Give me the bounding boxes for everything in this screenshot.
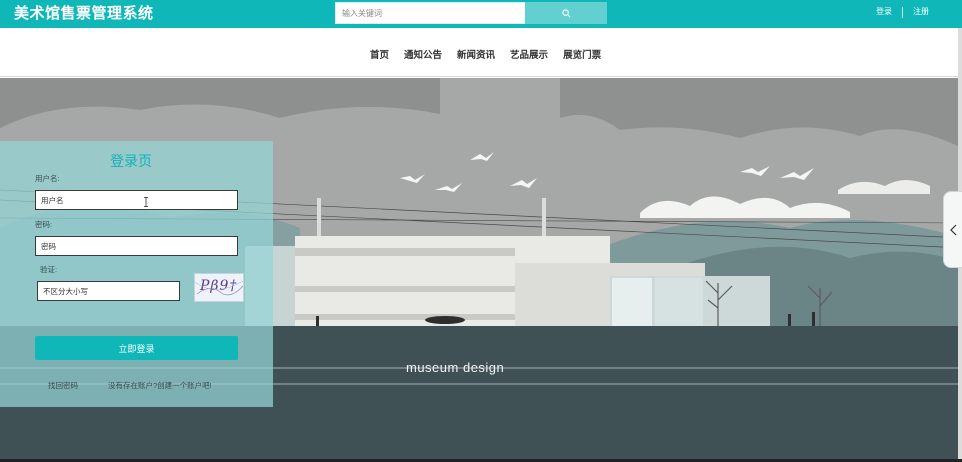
auth-divider — [902, 6, 903, 18]
password-field[interactable]: 密码 — [35, 236, 238, 256]
nav-item-notices[interactable]: 通知公告 — [404, 47, 442, 61]
login-title: 登录页 — [110, 153, 152, 169]
create-account-link[interactable]: 没有存在账户?创建一个账户吧! — [108, 380, 212, 391]
hero-slogan: museum design — [406, 360, 505, 375]
auth-links: 登录 注册 — [876, 6, 929, 18]
login-link[interactable]: 登录 — [876, 6, 892, 18]
nav-item-home[interactable]: 首页 — [370, 47, 389, 61]
login-panel: 登录页 用户名: 用户名 密码: 密码 验证: 不区分大小写 Pβ9† 立即登录… — [0, 141, 273, 407]
search-input[interactable] — [335, 2, 525, 24]
captcha-image[interactable]: Pβ9† — [194, 273, 244, 302]
captcha-noise — [195, 280, 243, 296]
captcha-label: 验证: — [40, 265, 58, 274]
side-toggle-button[interactable] — [943, 191, 962, 268]
main-nav: 首页 通知公告 新闻资讯 艺品展示 展览门票 — [0, 28, 962, 77]
login-submit-button[interactable]: 立即登录 — [35, 336, 238, 360]
site-title: 美术馆售票管理系统 — [14, 5, 154, 22]
search-box — [335, 2, 607, 24]
forgot-password-link[interactable]: 找回密码 — [48, 380, 78, 391]
search-button[interactable] — [525, 2, 607, 24]
nav-item-art-display[interactable]: 艺品展示 — [510, 47, 548, 61]
text-cursor-icon — [144, 197, 148, 207]
chevron-left-icon — [949, 224, 956, 235]
register-link[interactable]: 注册 — [913, 6, 929, 18]
username-field[interactable]: 用户名 — [35, 190, 238, 210]
nav-item-tickets[interactable]: 展览门票 — [563, 47, 601, 61]
username-label: 用户名: — [35, 174, 60, 183]
search-icon — [561, 8, 570, 17]
nav-item-news[interactable]: 新闻资讯 — [457, 47, 495, 61]
top-bar: 美术馆售票管理系统 登录 注册 — [0, 0, 962, 28]
password-label: 密码: — [35, 220, 53, 229]
captcha-field[interactable]: 不区分大小写 — [37, 281, 180, 301]
